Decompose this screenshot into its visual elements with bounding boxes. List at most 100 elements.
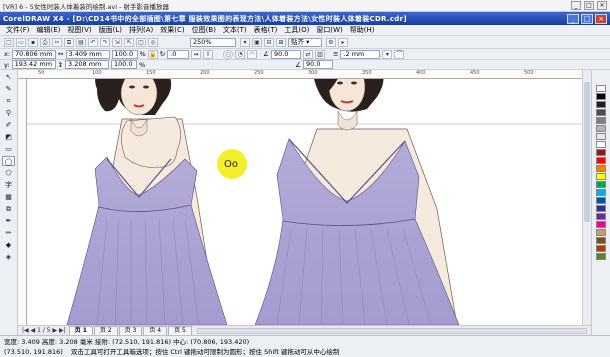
wrap-icon[interactable]: ▥ [314, 49, 325, 59]
arc-mode-icon[interactable]: ◠ [247, 49, 258, 59]
snap-select[interactable]: 贴齐 ▾ [288, 37, 322, 47]
ellipse-tool-icon[interactable]: ◯ [2, 156, 15, 166]
color-swatch[interactable] [596, 197, 606, 204]
menu-tools[interactable]: 工具(O) [284, 25, 309, 35]
rulers-icon[interactable]: ⊟ [264, 37, 274, 47]
launcher-icon[interactable]: ◫ [136, 37, 146, 47]
color-swatch[interactable] [596, 149, 606, 156]
color-swatch[interactable] [596, 181, 606, 188]
end-angle-field[interactable]: 90.0 [303, 60, 334, 69]
menu-help[interactable]: 帮助(H) [350, 25, 375, 35]
color-swatch[interactable] [596, 101, 606, 108]
paste-icon[interactable]: ▤ [76, 37, 86, 47]
polygon-tool-icon[interactable]: ⬠ [2, 168, 15, 178]
crop-tool-icon[interactable]: ⌗ [2, 96, 15, 106]
menu-file[interactable]: 文件(F) [6, 25, 30, 35]
scale-y-field[interactable]: 100.0 [111, 60, 138, 69]
menu-window[interactable]: 窗口(W) [316, 25, 342, 35]
save-icon[interactable]: ▪ [28, 37, 38, 47]
grid-icon[interactable]: ⊞ [276, 37, 286, 47]
eyedropper-tool-icon[interactable]: ✒ [2, 216, 15, 226]
window-close-button[interactable]: × [595, 13, 607, 24]
macro-icon[interactable]: ▸ [338, 37, 348, 47]
table-tool-icon[interactable]: ▦ [2, 192, 15, 202]
new-icon[interactable]: □ [4, 37, 14, 47]
zoom-arrow-icon[interactable]: ▾ [240, 37, 250, 47]
color-swatch[interactable] [596, 157, 606, 164]
color-swatch[interactable] [596, 213, 606, 220]
copy-icon[interactable]: ⧉ [64, 37, 74, 47]
lock-ratio-icon[interactable]: 🔒 [147, 49, 158, 59]
page-tab-3[interactable]: 页 3 [118, 326, 143, 335]
color-swatch[interactable] [596, 205, 606, 212]
color-swatch[interactable] [596, 133, 606, 140]
color-swatch[interactable] [596, 229, 606, 236]
freehand-tool-icon[interactable]: ✐ [2, 120, 15, 130]
color-swatch[interactable] [596, 173, 606, 180]
text-tool-icon[interactable]: 字 [2, 180, 15, 190]
y-position-field[interactable]: 193.42 mm [11, 60, 56, 69]
fill-tool-icon[interactable]: ◆ [2, 240, 15, 250]
outline-tool-icon[interactable]: ✏ [2, 228, 15, 238]
shape-tool-icon[interactable]: ✎ [2, 84, 15, 94]
menu-bitmaps[interactable]: 位图(B) [192, 25, 216, 35]
mirror-v-icon[interactable]: ⇳ [203, 49, 214, 59]
menu-text[interactable]: 文本(T) [223, 25, 247, 35]
undo-icon[interactable]: ↶ [88, 37, 98, 47]
width-field[interactable]: 3.409 mm [65, 49, 110, 59]
angle-field[interactable]: .0 [167, 49, 190, 59]
pie-mode-icon[interactable]: ◔ [235, 49, 246, 59]
open-icon[interactable]: ▭ [16, 37, 26, 47]
color-swatch[interactable] [596, 245, 606, 252]
scroll-thumb[interactable] [584, 82, 590, 222]
page-tab-1[interactable]: 页 1 [68, 326, 93, 335]
convert-curves-icon[interactable]: ⌒ [394, 49, 405, 59]
player-minimize-button[interactable]: _ [571, 1, 581, 10]
cut-icon[interactable]: ✂ [52, 37, 62, 47]
page-tab-2[interactable]: 页 2 [93, 326, 118, 335]
color-swatch[interactable] [596, 109, 606, 116]
import-icon[interactable]: ⇲ [112, 37, 122, 47]
menu-table[interactable]: 表格(T) [254, 25, 278, 35]
color-swatch[interactable] [596, 237, 606, 244]
interactive-fill-tool-icon[interactable]: ◈ [2, 252, 15, 262]
color-swatch[interactable] [596, 85, 606, 92]
color-swatch[interactable] [596, 165, 606, 172]
welcome-icon[interactable]: ◎ [148, 37, 158, 47]
scale-x-field[interactable]: 100.0 [111, 49, 138, 59]
ellipse-mode-icon[interactable]: ○ [223, 49, 234, 59]
color-swatch[interactable] [596, 253, 606, 260]
menu-effects[interactable]: 效果(C) [160, 25, 184, 35]
print-icon[interactable]: ⎙ [40, 37, 50, 47]
x-position-field[interactable]: 70.806 mm [12, 49, 57, 59]
color-swatch[interactable] [596, 221, 606, 228]
player-close-button[interactable]: × [597, 1, 607, 10]
page-tab-5[interactable]: 页 5 [168, 326, 192, 335]
zoom-select[interactable]: 250% [190, 37, 236, 47]
outline-arrow-icon[interactable]: ▾ [382, 49, 393, 59]
color-swatch[interactable] [596, 125, 606, 132]
color-swatch[interactable] [596, 141, 606, 148]
vertical-scrollbar[interactable] [582, 70, 591, 325]
export-icon[interactable]: ⇱ [124, 37, 134, 47]
pick-tool-icon[interactable]: ↖ [2, 72, 15, 82]
page-nav[interactable]: |◀ ◀ 1 / 5 ▶ ▶| [22, 327, 66, 334]
menu-arrange[interactable]: 排列(A) [129, 25, 153, 35]
options-icon[interactable]: ⚙ [326, 37, 336, 47]
rectangle-tool-icon[interactable]: ▭ [2, 144, 15, 154]
window-minimize-button[interactable]: _ [567, 13, 579, 24]
direction-icon[interactable]: ⇄ [302, 49, 313, 59]
drawing-canvas[interactable]: Oo [27, 79, 582, 325]
outline-width-field[interactable]: .2 mm [340, 49, 381, 59]
mirror-h-icon[interactable]: ⇹ [191, 49, 202, 59]
color-swatch[interactable] [596, 93, 606, 100]
color-swatch[interactable] [596, 117, 606, 124]
redo-icon[interactable]: ↷ [100, 37, 110, 47]
window-restore-button[interactable]: □ [581, 13, 593, 24]
horizontal-scrollbar[interactable] [196, 327, 587, 334]
page-tab-4[interactable]: 页 4 [143, 326, 168, 335]
height-field[interactable]: 3.208 mm [65, 60, 110, 69]
player-maximize-button[interactable]: □ [584, 1, 594, 10]
color-swatch[interactable] [596, 189, 606, 196]
fullscreen-icon[interactable]: ▣ [252, 37, 262, 47]
